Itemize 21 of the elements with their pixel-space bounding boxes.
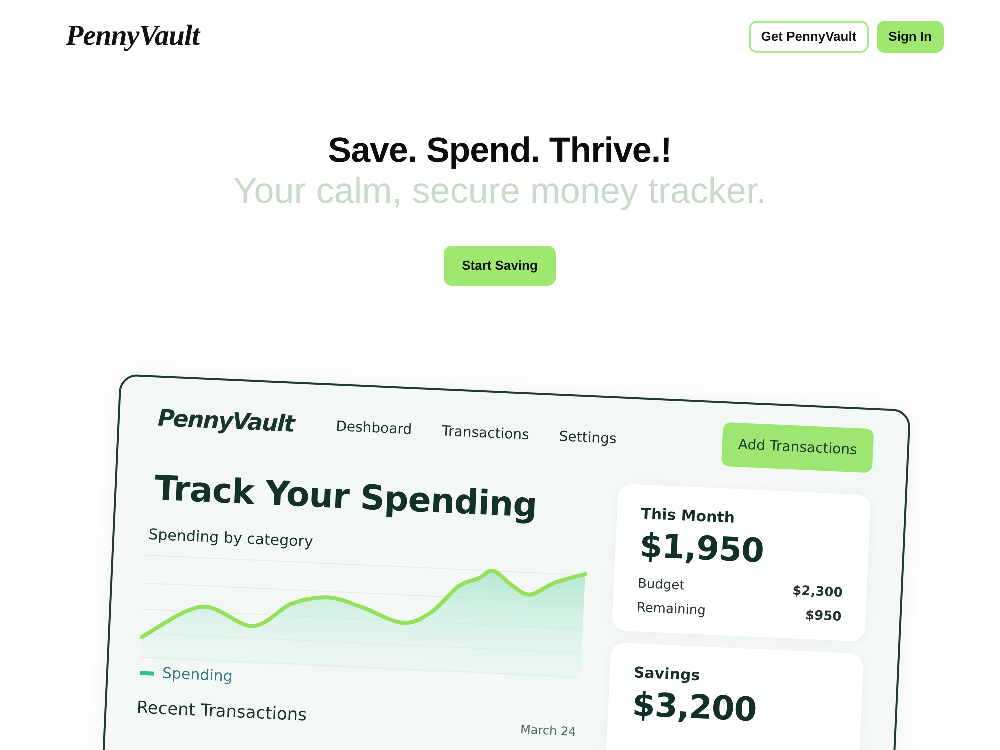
row-label: Remaining (636, 598, 706, 620)
legend-label: Spending (162, 663, 234, 688)
brand-logo[interactable]: PennyVault (66, 15, 200, 59)
nav-link[interactable]: Settings (558, 426, 618, 450)
transaction-date: March 24 (520, 721, 577, 741)
row-value: $2,300 (792, 582, 844, 603)
section-title: Recent Transactions (136, 696, 308, 728)
hero-subtitle: Your calm, secure money tracker. (232, 170, 768, 210)
card-amount: $3,200 (632, 684, 759, 730)
row-label: Budget (638, 575, 686, 596)
app-logo[interactable]: PennyVault (157, 401, 296, 442)
card-title: Savings (633, 662, 702, 686)
start-saving-button[interactable]: Start Saving (444, 246, 556, 286)
add-transactions-button[interactable]: Add Transactions (721, 422, 874, 473)
legend-swatch-icon (140, 670, 155, 675)
hero-title: Save. Spend. Thrive.! (327, 132, 673, 170)
nav-link[interactable]: Deshboard (336, 416, 413, 440)
get-app-button[interactable]: Get PennyVault (749, 21, 869, 53)
row-value: $950 (805, 606, 842, 626)
sign-in-button[interactable]: Sign In (876, 21, 944, 53)
nav-link[interactable]: Transactions (442, 420, 530, 446)
